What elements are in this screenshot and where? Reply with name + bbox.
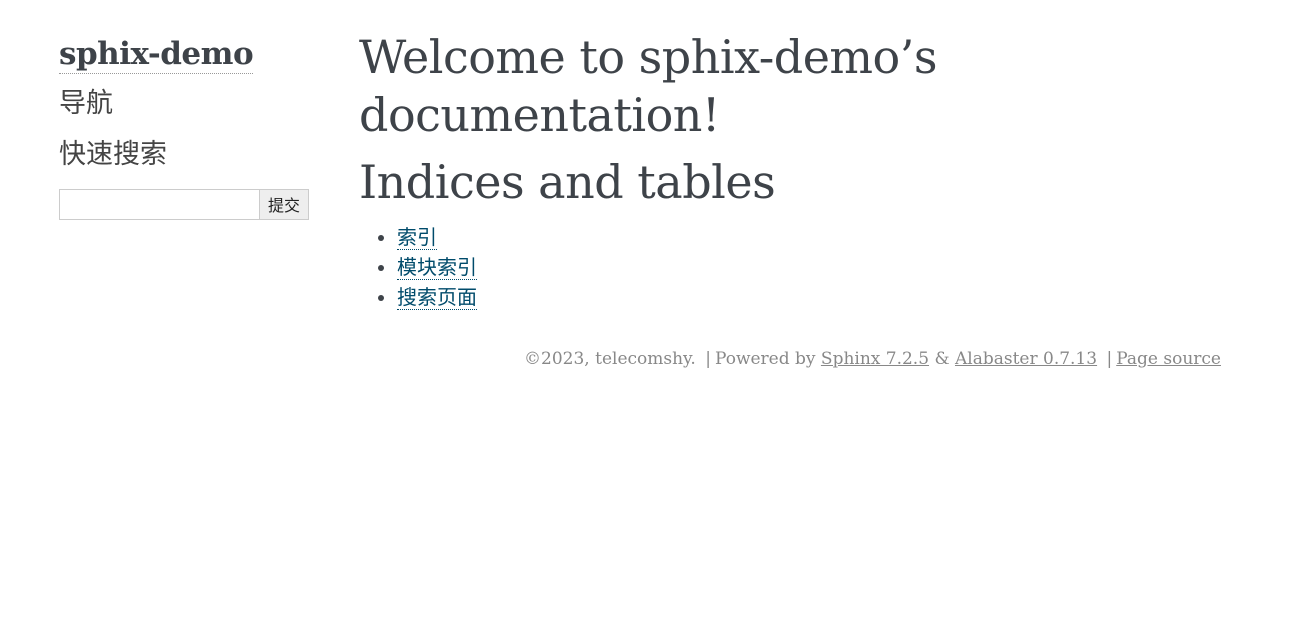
page-source-link[interactable]: Page source xyxy=(1116,349,1221,369)
search-form: 提交 xyxy=(59,188,309,220)
ampersand-text: & xyxy=(934,349,950,369)
list-item: 索引 xyxy=(397,222,1229,252)
module-index-link[interactable]: 模块索引 xyxy=(397,255,477,280)
powered-by-text: Powered by xyxy=(714,349,816,369)
list-item: 搜索页面 xyxy=(397,282,1229,312)
list-item: 模块索引 xyxy=(397,252,1229,282)
footer-separator: | xyxy=(705,349,711,369)
alabaster-link[interactable]: Alabaster 0.7.13 xyxy=(955,349,1097,369)
site-logo-link[interactable]: sphix-demo xyxy=(59,36,254,75)
copyright-text: ©2023, telecomshy. xyxy=(524,349,696,369)
quick-search-heading: 快速搜索 xyxy=(59,138,167,170)
indices-list: 索引 模块索引 搜索页面 xyxy=(359,222,1229,312)
search-page-link[interactable]: 搜索页面 xyxy=(397,285,477,310)
search-submit-button[interactable]: 提交 xyxy=(259,188,309,220)
main-content: Welcome to sphix-demo’s documentation! I… xyxy=(359,28,1229,312)
search-input[interactable] xyxy=(59,188,259,220)
section-heading-indices: Indices and tables xyxy=(359,155,776,209)
sphinx-link[interactable]: Sphinx 7.2.5 xyxy=(821,349,929,369)
navigation-heading: 导航 xyxy=(59,88,113,120)
footer-separator: | xyxy=(1106,349,1113,369)
page-title: Welcome to sphix-demo’s documentation! xyxy=(359,30,937,142)
footer: ©2023, telecomshy. | Powered by Sphinx 7.… xyxy=(524,349,1221,369)
index-link[interactable]: 索引 xyxy=(397,225,437,250)
sidebar: sphix-demo 导航 快速搜索 提交 xyxy=(59,36,309,220)
